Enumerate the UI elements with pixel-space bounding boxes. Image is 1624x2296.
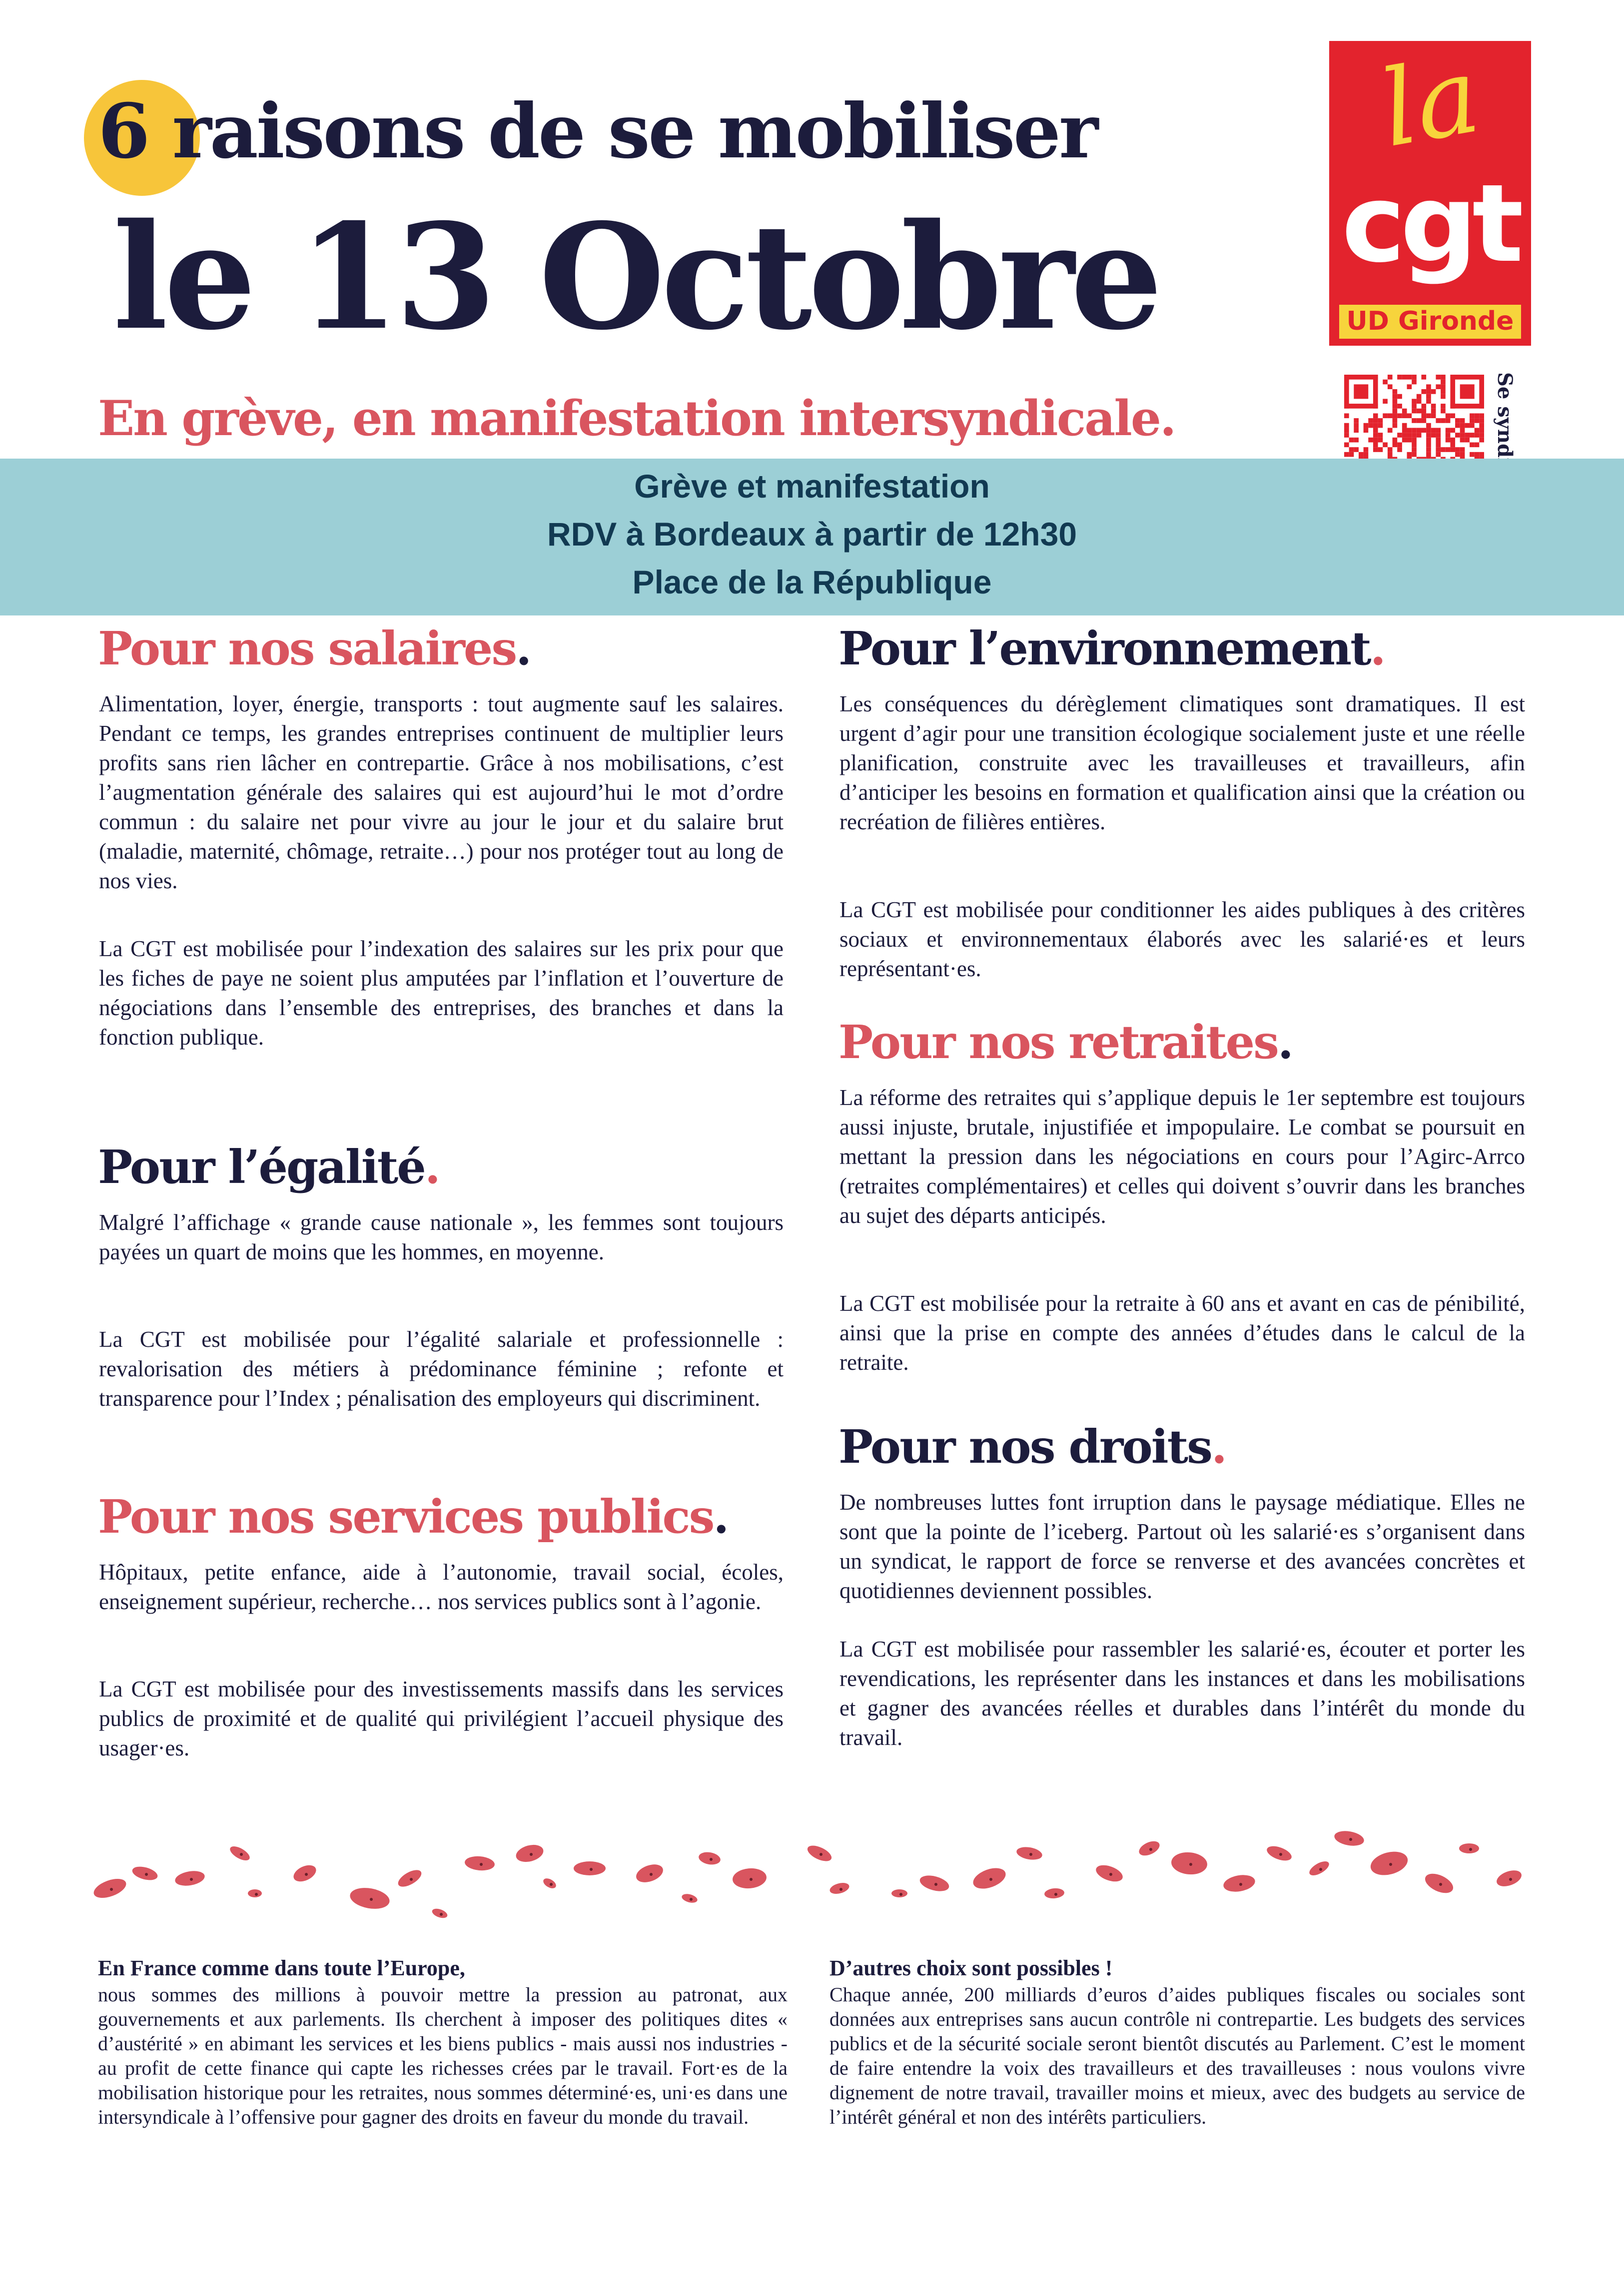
salaires-paragraph-1: Alimentation, loyer, énergie, transports… [99,691,784,893]
heading-environnement: Pour l’environnement. [838,625,1386,671]
bottom-left-text: nous sommes des millions à pouvoir mettr… [98,1983,788,2128]
heading-services-dot: . [713,1490,729,1544]
heading-services: Pour nos services publics. [98,1494,729,1540]
heading-salaires: Pour nos salaires. [98,625,532,671]
heading-salaires-text: Pour nos salaires [98,621,517,675]
bottom-right-title: D’autres choix sont possibles ! [829,1956,1113,1980]
services-paragraph-1: Hôpitaux, petite enfance, aide à l’auton… [99,1560,784,1614]
heading-services-text: Pour nos services publics [98,1490,715,1544]
bottom-right-text: Chaque année, 200 milliards d’euros d’ai… [829,1983,1525,2128]
heading-droits: Pour nos droits. [838,1424,1227,1470]
heading-egalite-dot: . [424,1140,441,1194]
title-line-1: 6 raisons de se mobiliser [98,87,1098,175]
droits-paragraph-2: La CGT est mobilisée pour rassembler les… [839,1637,1525,1750]
banner-line-1: Grève et manifestation [634,468,990,505]
event-banner: Grève et manifestation RDV à Bordeaux à … [0,459,1624,615]
bottom-left-title: En France comme dans toute l’Europe, [98,1956,465,1980]
heading-environnement-dot: . [1370,621,1386,675]
logo-ud-text: UD Gironde [1346,306,1514,336]
heading-egalite-text: Pour l’égalité [98,1140,426,1194]
heading-droits-dot: . [1211,1420,1227,1474]
logo-cgt-text: cgt [1341,161,1524,286]
egalite-paragraph-2: La CGT est mobilisée pour l’égalité sala… [99,1327,784,1411]
heading-retraites-dot: . [1277,1015,1294,1069]
cgt-logo: la cgt UD Gironde [1329,33,1531,346]
environnement-paragraph-1: Les conséquences du dérèglement climatiq… [839,691,1525,834]
poppy-petals-decoration [93,1831,1522,1918]
retraites-paragraph-1: La réforme des retraites qui s’applique … [839,1085,1525,1228]
services-paragraph-2: La CGT est mobilisée pour des investisse… [99,1677,784,1760]
banner-line-2: RDV à Bordeaux à partir de 12h30 [547,516,1077,553]
heading-retraites: Pour nos retraites. [838,1019,1294,1065]
salaires-paragraph-2: La CGT est mobilisée pour l’indexation d… [99,936,784,1050]
heading-salaires-dot: . [516,621,532,675]
banner-line-3: Place de la République [632,564,992,600]
heading-environnement-text: Pour l’environnement [838,621,1372,675]
heading-droits-text: Pour nos droits [838,1420,1213,1474]
heading-egalite: Pour l’égalité. [98,1144,441,1190]
logo-la-text: la [1372,33,1488,171]
egalite-paragraph-1: Malgré l’affichage « grande cause nation… [99,1210,784,1264]
heading-retraites-text: Pour nos retraites [838,1015,1279,1069]
title-line-2: le 13 Octobre [113,192,1163,362]
retraites-paragraph-2: La CGT est mobilisée pour la retraite à … [839,1291,1525,1375]
droits-paragraph-1: De nombreuses luttes font irruption dans… [839,1490,1525,1603]
subtitle: En grève, en manifestation intersyndical… [98,390,1176,447]
environnement-paragraph-2: La CGT est mobilisée pour conditionner l… [839,897,1525,981]
